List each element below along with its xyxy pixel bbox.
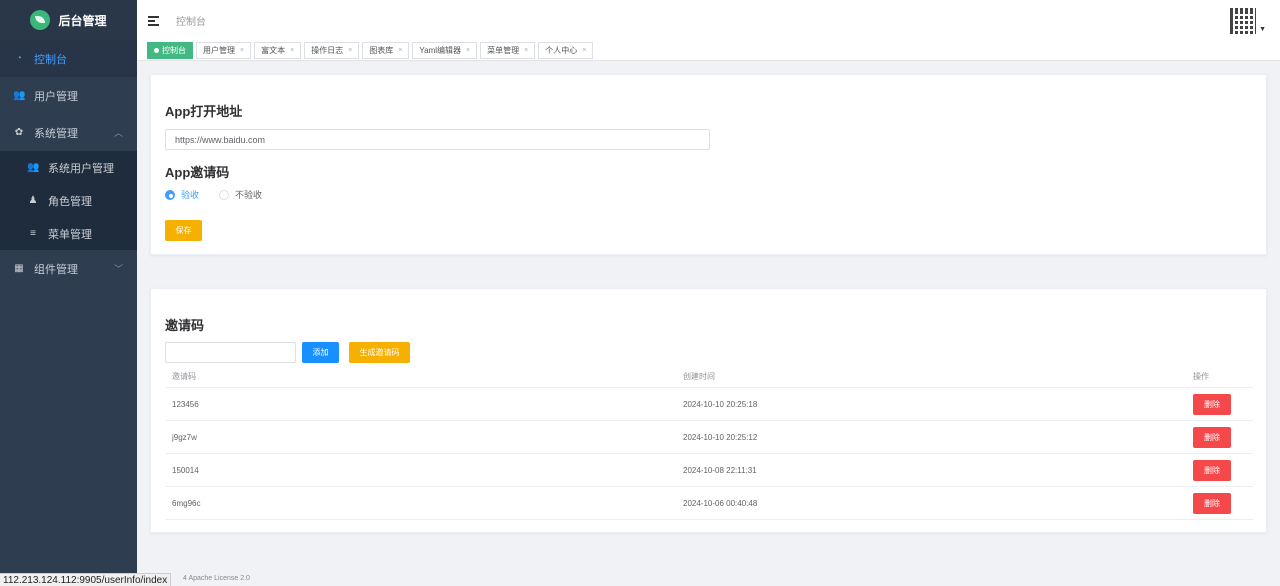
invite-code-cell: 150014 bbox=[172, 465, 199, 475]
close-icon[interactable]: × bbox=[466, 47, 470, 54]
sidebar: 后台管理 ◔ 控制台 👥 用户管理 ✿ 系统管理 ︿ 👥 系统用户管理 ♟ 角色… bbox=[0, 0, 137, 586]
chevron-down-icon: ﹀ bbox=[113, 264, 123, 274]
tags-view: 控制台 用户管理 × 富文本 × 操作日志 × 图表库 × Yaml编辑器 × 菜单管理 ×… bbox=[137, 40, 1280, 61]
created-time-cell: 2024-10-10 20:25:12 bbox=[683, 432, 758, 442]
tag-label: 菜单管理 bbox=[487, 45, 520, 55]
tag-charts[interactable]: 图表库 × bbox=[362, 41, 410, 59]
close-icon[interactable]: × bbox=[240, 47, 244, 54]
sidebar-item-label: 控制台 bbox=[34, 53, 67, 66]
sidebar-item-roles[interactable]: ♟ 角色管理 bbox=[0, 184, 137, 217]
radio-unchecked-icon bbox=[219, 189, 229, 200]
tag-label: 用户管理 bbox=[203, 45, 235, 55]
sidebar-item-menus[interactable]: ≡ 菜单管理 bbox=[0, 217, 137, 250]
tag-yaml-editor[interactable]: Yaml编辑器 × bbox=[412, 41, 478, 59]
tag-label: 控制台 bbox=[162, 45, 186, 55]
tag-rich-text[interactable]: 富文本 × bbox=[254, 41, 302, 59]
chevron-up-icon: ︿ bbox=[113, 128, 123, 138]
tag-label: 个人中心 bbox=[545, 45, 578, 55]
radio-not-accept[interactable]: 不验收 bbox=[219, 188, 262, 201]
radio-accept[interactable]: 验收 bbox=[165, 188, 199, 201]
sidebar-item-label: 系统管理 bbox=[34, 127, 78, 140]
table-row: 123456 2024-10-10 20:25:18 删除 bbox=[166, 388, 1253, 421]
close-icon[interactable]: × bbox=[398, 47, 402, 54]
users-icon: 👥 bbox=[13, 90, 26, 101]
list-icon: ≡ bbox=[30, 228, 36, 239]
tag-menus[interactable]: 菜单管理 × bbox=[480, 41, 536, 59]
radio-label: 不验收 bbox=[235, 190, 263, 200]
tag-label: 富文本 bbox=[261, 45, 286, 55]
radio-label: 验收 bbox=[181, 190, 200, 200]
column-header: 操作 bbox=[1193, 372, 1209, 381]
add-button[interactable]: 添加 bbox=[302, 342, 339, 363]
sidebar-item-system-users[interactable]: 👥 系统用户管理 bbox=[0, 151, 137, 184]
invite-code-cell: 6mg96c bbox=[172, 498, 201, 508]
system-submenu: 👥 系统用户管理 ♟ 角色管理 ≡ 菜单管理 bbox=[0, 151, 137, 250]
generate-code-button[interactable]: 生成邀请码 bbox=[349, 342, 410, 363]
person-icon: ♟ bbox=[28, 195, 38, 206]
tag-users[interactable]: 用户管理 × bbox=[196, 41, 252, 59]
invite-code-card: 邀请码 添加 生成邀请码 邀请码 创建时间 操作 123456 2024-10-… bbox=[150, 288, 1267, 533]
status-bar-url: 112.213.124.112:9905/userInfo/index bbox=[0, 573, 172, 586]
close-icon[interactable]: × bbox=[582, 47, 586, 54]
save-button[interactable]: 保存 bbox=[165, 220, 202, 241]
created-time-cell: 2024-10-06 00:40:48 bbox=[683, 498, 758, 508]
table-row: 150014 2024-10-08 22:11:31 删除 bbox=[166, 454, 1253, 487]
sidebar-item-label: 角色管理 bbox=[48, 195, 92, 208]
invite-setting-title: App邀请码 bbox=[165, 165, 230, 180]
tag-operation-log[interactable]: 操作日志 × bbox=[304, 41, 360, 59]
tag-label: 操作日志 bbox=[311, 45, 344, 55]
app-settings-card: App打开地址 https://www.baidu.com App邀请码 验收 … bbox=[150, 74, 1267, 255]
column-header: 创建时间 bbox=[683, 372, 715, 381]
tag-label: Yaml编辑器 bbox=[419, 45, 462, 55]
column-header: 邀请码 bbox=[172, 372, 196, 381]
logo-text: 后台管理 bbox=[58, 13, 107, 28]
active-dot-icon bbox=[154, 47, 159, 53]
tag-profile[interactable]: 个人中心 × bbox=[538, 41, 594, 59]
sidebar-item-dashboard[interactable]: ◔ 控制台 bbox=[0, 40, 137, 77]
app-url-title: App打开地址 bbox=[165, 104, 243, 119]
sidebar-item-label: 系统用户管理 bbox=[48, 162, 114, 175]
grid-icon: ▦ bbox=[14, 263, 24, 274]
table-row: 6mg96c 2024-10-06 00:40:48 删除 bbox=[166, 487, 1253, 520]
tag-label: 图表库 bbox=[369, 45, 394, 55]
close-icon[interactable]: × bbox=[524, 47, 528, 54]
invite-code-table: 邀请码 创建时间 操作 123456 2024-10-10 20:25:18 删… bbox=[166, 366, 1253, 520]
invite-code-cell: j9gz7w bbox=[172, 432, 197, 442]
delete-button[interactable]: 删除 bbox=[1193, 426, 1231, 448]
table-row: j9gz7w 2024-10-10 20:25:12 删除 bbox=[166, 421, 1253, 454]
created-time-cell: 2024-10-10 20:25:18 bbox=[683, 399, 758, 409]
top-header: 控制台 ▼ bbox=[137, 0, 1280, 40]
delete-button[interactable]: 删除 bbox=[1193, 459, 1231, 481]
sidebar-item-users[interactable]: 👥 用户管理 bbox=[0, 77, 137, 114]
delete-button[interactable]: 删除 bbox=[1193, 492, 1231, 514]
logo[interactable]: 后台管理 bbox=[0, 0, 137, 40]
avatar-qr-icon[interactable] bbox=[1230, 8, 1256, 34]
radio-checked-icon bbox=[165, 189, 175, 200]
close-icon[interactable]: × bbox=[290, 47, 294, 54]
users-icon: 👥 bbox=[27, 162, 40, 173]
app-url-input[interactable]: https://www.baidu.com bbox=[165, 129, 710, 150]
close-icon[interactable]: × bbox=[348, 47, 352, 54]
sidebar-item-system[interactable]: ✿ 系统管理 ︿ bbox=[0, 114, 137, 151]
sidebar-item-label: 菜单管理 bbox=[48, 228, 92, 241]
delete-button[interactable]: 删除 bbox=[1193, 393, 1231, 415]
sidebar-item-label: 组件管理 bbox=[34, 263, 78, 276]
footer-license: 4 Apache License 2.0 bbox=[183, 575, 250, 582]
sidebar-item-label: 用户管理 bbox=[34, 90, 78, 103]
caret-down-icon[interactable]: ▼ bbox=[1259, 26, 1266, 33]
leaf-logo-icon bbox=[30, 10, 51, 30]
table-header: 邀请码 创建时间 操作 bbox=[166, 366, 1253, 388]
invite-code-cell: 123456 bbox=[172, 399, 199, 409]
gear-icon: ✿ bbox=[14, 127, 24, 138]
dashboard-icon: ◔ bbox=[15, 53, 23, 64]
invite-code-title: 邀请码 bbox=[165, 318, 205, 333]
breadcrumb[interactable]: 控制台 bbox=[176, 13, 206, 28]
created-time-cell: 2024-10-08 22:11:31 bbox=[683, 465, 757, 475]
tag-dashboard[interactable]: 控制台 bbox=[147, 41, 193, 59]
menu-toggle-icon[interactable] bbox=[148, 15, 159, 26]
sidebar-item-components[interactable]: ▦ 组件管理 ﹀ bbox=[0, 250, 137, 287]
invite-code-input[interactable] bbox=[165, 342, 296, 363]
